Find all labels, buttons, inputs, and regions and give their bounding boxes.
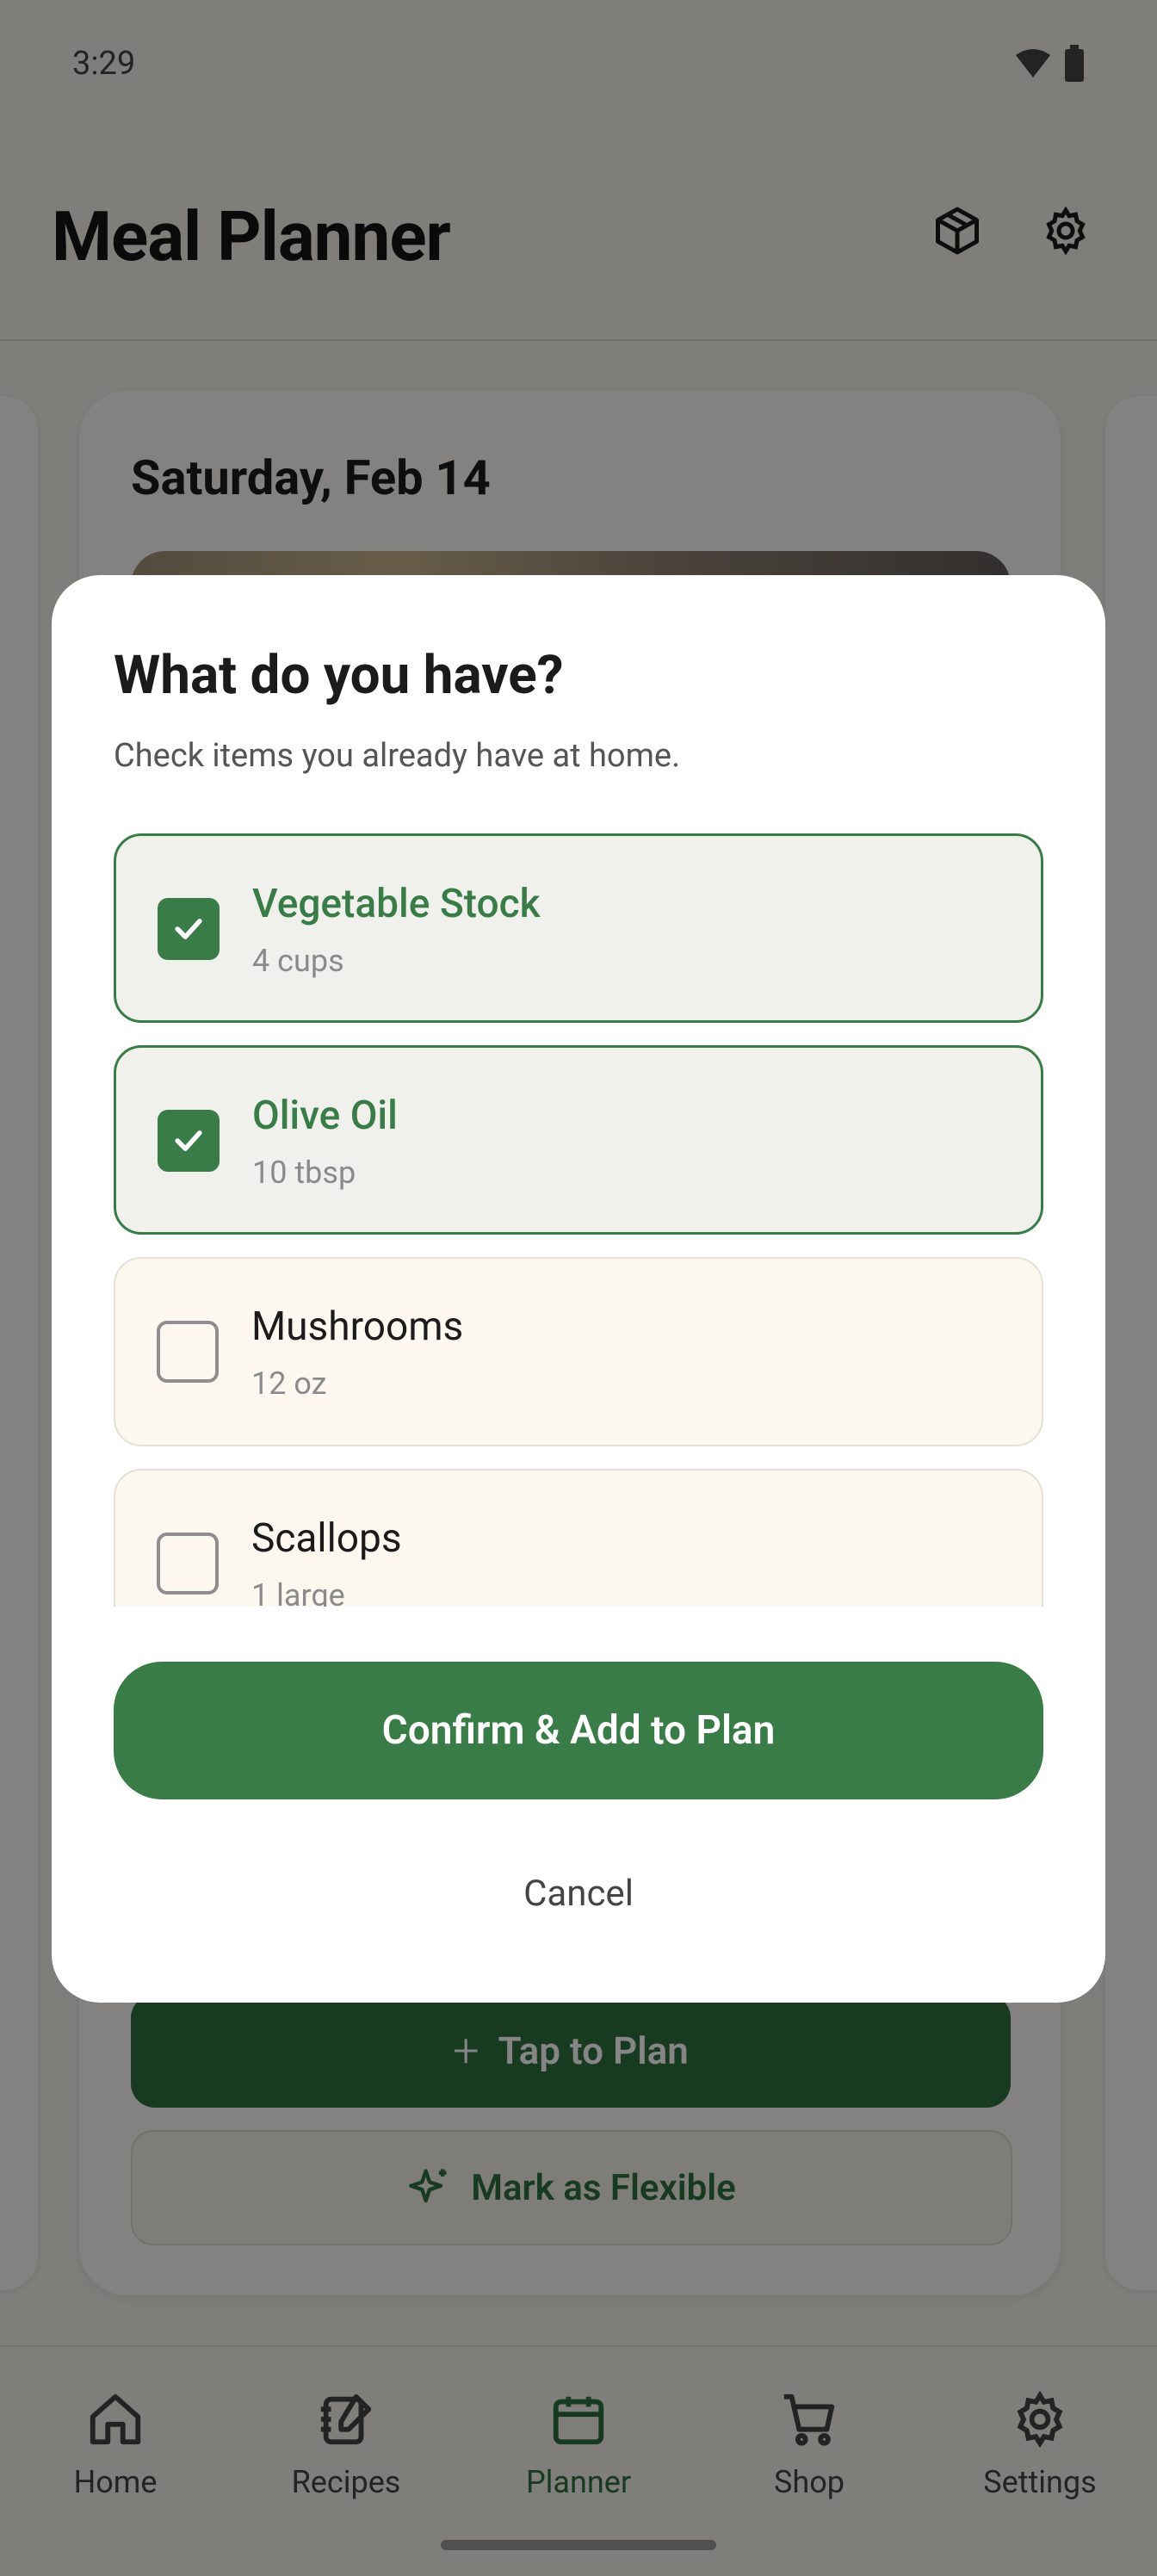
- ingredient-item-scallops[interactable]: Scallops 1 large: [114, 1469, 1043, 1607]
- app-screen: 3:29 Meal Planner Saturday, Feb 14 + Tap…: [0, 0, 1157, 2576]
- ingredient-item-vegetable-stock[interactable]: Vegetable Stock 4 cups: [114, 833, 1043, 1023]
- checkbox-unchecked[interactable]: [157, 1321, 219, 1383]
- dialog-title: What do you have?: [114, 644, 564, 707]
- ingredients-dialog: What do you have? Check items you alread…: [52, 575, 1105, 2003]
- checkbox-unchecked[interactable]: [157, 1533, 219, 1595]
- ingredient-name: Vegetable Stock: [252, 881, 541, 927]
- checkbox-checked[interactable]: [158, 1110, 220, 1172]
- ingredient-item-olive-oil[interactable]: Olive Oil 10 tbsp: [114, 1045, 1043, 1235]
- ingredient-quantity: 10 tbsp: [252, 1155, 356, 1191]
- ingredient-name: Mushrooms: [251, 1303, 464, 1350]
- ingredient-quantity: 1 large: [251, 1577, 345, 1607]
- ingredient-list[interactable]: Vegetable Stock 4 cups Olive Oil 10 tbsp…: [114, 833, 1043, 1607]
- ingredient-quantity: 12 oz: [251, 1365, 327, 1402]
- checkbox-checked[interactable]: [158, 898, 220, 960]
- dialog-subtitle: Check items you already have at home.: [114, 737, 681, 775]
- check-icon: [175, 919, 202, 939]
- ingredient-quantity: 4 cups: [252, 943, 344, 979]
- ingredient-item-mushrooms[interactable]: Mushrooms 12 oz: [114, 1257, 1043, 1446]
- ingredient-name: Scallops: [251, 1515, 402, 1562]
- check-icon: [175, 1130, 202, 1151]
- ingredient-name: Olive Oil: [252, 1093, 398, 1139]
- cancel-button[interactable]: Cancel: [114, 1855, 1043, 1932]
- confirm-add-to-plan-button[interactable]: Confirm & Add to Plan: [114, 1662, 1043, 1799]
